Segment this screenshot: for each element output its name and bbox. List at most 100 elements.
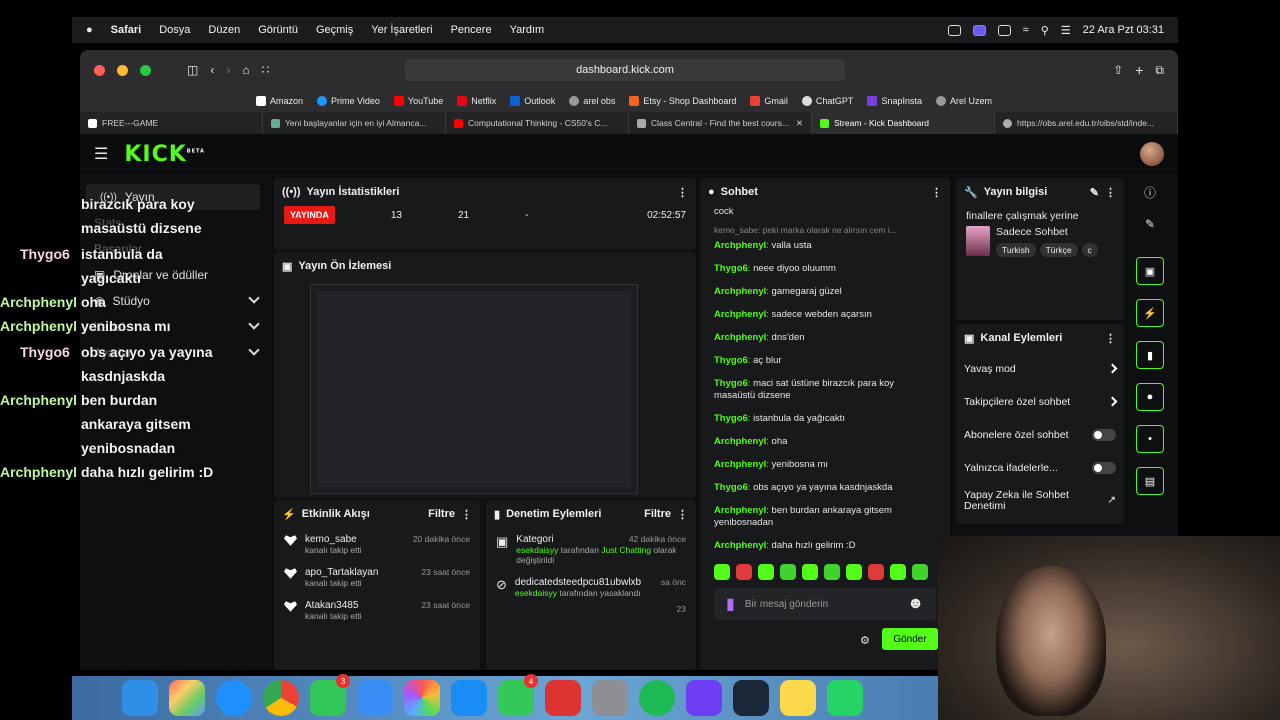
tag[interactable]: Türkçe [1039, 243, 1078, 257]
notes-icon[interactable] [780, 680, 816, 716]
send-button[interactable]: Gönder [882, 628, 938, 650]
rail-shield-button[interactable]: ▮ [1136, 341, 1164, 369]
emote-icon[interactable] [736, 564, 752, 580]
more-icon[interactable]: ⋮ [931, 186, 942, 199]
sidebar-icon[interactable]: ◫ [187, 63, 198, 77]
more-icon[interactable]: ⋮ [1105, 332, 1116, 345]
filter-button[interactable]: Filtre [644, 508, 671, 520]
screen-record-icon[interactable] [972, 24, 986, 36]
moderation-actor[interactable]: esekdaisyy [515, 588, 557, 598]
chat-input[interactable]: ▮ Bir mesaj gönderin ☻ [714, 588, 936, 620]
rail-chat-button[interactable]: ● [1136, 383, 1164, 411]
info-icon[interactable]: ⓘ [1130, 184, 1170, 201]
display-icon[interactable] [997, 24, 1011, 36]
tab-active[interactable]: Stream - Kick Dashboard [812, 112, 995, 134]
favorite-arel-uzem[interactable]: Arel Uzem [935, 96, 992, 106]
tab[interactable]: FREE---GAME [80, 112, 263, 134]
chat-username[interactable]: Thygo6 [714, 355, 748, 366]
photos-icon[interactable] [404, 680, 440, 716]
grid-icon[interactable]: ∷ [262, 63, 270, 77]
steam-icon[interactable] [733, 680, 769, 716]
acrobat-icon[interactable] [545, 680, 581, 716]
chat-username[interactable]: Archphenyl [714, 540, 766, 551]
tab[interactable]: https://obs.arel.edu.tr/oibs/std/inde... [995, 112, 1178, 134]
close-tab-icon[interactable]: ✕ [796, 118, 803, 129]
control-center-icon[interactable]: ☰ [1061, 24, 1071, 37]
back-icon[interactable]: ‹ [210, 63, 214, 77]
category-thumbnail[interactable] [966, 226, 990, 256]
chat-username[interactable]: Archphenyl [714, 436, 766, 447]
chat-username[interactable]: Thygo6 [714, 263, 748, 274]
moderation-target[interactable]: Just Chatting [601, 545, 651, 555]
emote-icon[interactable] [714, 564, 730, 580]
menubar-clock[interactable]: 22 Ara Pzt 03:31 [1083, 24, 1164, 36]
chat-username[interactable]: Archphenyl [714, 505, 766, 516]
tab[interactable]: Computational Thinking - CS50's C... [446, 112, 629, 134]
rail-preview-button[interactable]: ▣ [1136, 257, 1164, 285]
emote-icon[interactable] [890, 564, 906, 580]
emote-icon[interactable] [912, 564, 928, 580]
search-icon[interactable]: ⚲ [1041, 24, 1049, 37]
mail-icon[interactable] [357, 680, 393, 716]
new-tab-icon[interactable]: + [1135, 62, 1143, 78]
emote-icon[interactable] [868, 564, 884, 580]
status-icon[interactable] [947, 24, 961, 36]
chat-settings-gear-icon[interactable]: ⚙ [860, 634, 870, 647]
kick-logo[interactable]: KICKBETA [124, 142, 205, 167]
emote-icon[interactable] [780, 564, 796, 580]
more-icon[interactable]: ⋮ [461, 508, 472, 521]
launchpad-icon[interactable] [169, 680, 205, 716]
emotes-only-toggle[interactable] [1092, 461, 1116, 474]
more-icon[interactable]: ⋮ [1105, 186, 1116, 199]
chat-username[interactable]: Archphenyl [714, 286, 766, 297]
favorite-amazon[interactable]: Amazon [256, 96, 303, 106]
close-window-button[interactable] [94, 64, 105, 76]
rail-broadcast-button[interactable]: • [1136, 425, 1164, 453]
facetime-icon[interactable]: 4 [498, 674, 538, 716]
emoji-icon[interactable]: ☻ [907, 595, 924, 613]
more-icon[interactable]: ⋮ [677, 508, 688, 521]
favorite-gmail[interactable]: Gmail [750, 96, 788, 106]
safari-icon[interactable] [216, 680, 252, 716]
video-app-icon[interactable] [686, 680, 722, 716]
activity-user[interactable]: apo_Tartaklayan [305, 567, 378, 578]
tab[interactable]: Yeni başlayanlar için en iyi Almanca... [263, 112, 446, 134]
home-icon[interactable]: ⌂ [242, 63, 249, 77]
avatar[interactable] [1140, 142, 1164, 166]
ai-moderation-row[interactable]: Yapay Zeka ile Sohbet Denetimi ↗ [956, 484, 1124, 517]
emote-icon[interactable] [846, 564, 862, 580]
tab[interactable]: Class Central - Find the best cours... ✕ [629, 112, 812, 134]
activity-user[interactable]: Atakan3485 [305, 600, 362, 611]
edit-pencil-icon[interactable]: ✎ [1130, 217, 1170, 231]
rail-bolt-button[interactable]: ⚡ [1136, 299, 1164, 327]
emote-icon[interactable] [758, 564, 774, 580]
favorite-chatgpt[interactable]: ChatGPT [801, 96, 853, 106]
stream-category[interactable]: Sadece Sohbet [996, 226, 1102, 238]
menu-item[interactable]: Geçmiş [316, 24, 353, 36]
favorite-outlook[interactable]: Outlook [510, 96, 555, 106]
microphone-icon[interactable]: ▮ [726, 594, 735, 614]
sidebar-item-studio[interactable]: ◉ Stüdyo [80, 288, 266, 314]
spotify-icon[interactable] [639, 680, 675, 716]
wifi-icon[interactable]: ≈ [1023, 24, 1029, 36]
subs-only-toggle[interactable] [1092, 428, 1116, 441]
tab-overview-icon[interactable]: ⧉ [1155, 63, 1164, 78]
app-store-icon[interactable] [451, 680, 487, 716]
more-icon[interactable]: ⋮ [677, 186, 688, 199]
favorite-arel-obs[interactable]: arel obs [569, 96, 615, 106]
hamburger-menu-icon[interactable]: ☰ [94, 144, 108, 164]
forward-icon[interactable]: › [226, 63, 230, 77]
followers-only-row[interactable]: Takipçilere özel sohbet [956, 385, 1124, 418]
share-icon[interactable]: ⇧ [1113, 63, 1123, 77]
emote-icon[interactable] [802, 564, 818, 580]
favorite-netflix[interactable]: Netflix [457, 96, 496, 106]
chat-username[interactable]: Thygo6 [714, 378, 748, 389]
chrome-icon[interactable] [263, 680, 299, 716]
favorite-etsy[interactable]: Etsy - Shop Dashboard [629, 96, 736, 106]
menu-item[interactable]: Yer İşaretleri [371, 24, 432, 36]
chat-username[interactable]: Thygo6 [714, 482, 748, 493]
edit-pencil-icon[interactable]: ✎ [1090, 186, 1099, 199]
favorite-prime[interactable]: Prime Video [317, 96, 380, 106]
chat-username[interactable]: Archphenyl [714, 459, 766, 470]
chat-username[interactable]: Thygo6 [714, 413, 748, 424]
